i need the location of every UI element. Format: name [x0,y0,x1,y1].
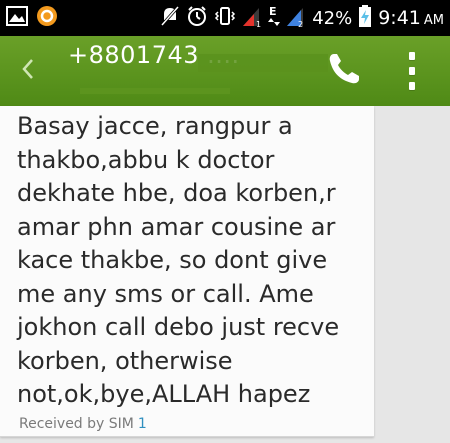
battery-charging-icon [358,4,372,32]
svg-text:E: E [269,5,277,18]
mute-icon [160,5,180,31]
status-bar-right: 1 E 2 42% 9:41 AM [160,5,444,31]
received-by-sim: Received by SIM 1 [19,416,147,432]
app-notification-icon [36,5,58,31]
signal-sim2-icon: 2 [286,4,306,32]
svg-text:2: 2 [298,20,303,28]
status-time: 9:41 AM [378,7,444,29]
call-button[interactable] [322,51,366,91]
status-bar-left [6,5,58,31]
vibrate-icon [214,5,236,31]
chevron-left-icon [21,57,35,85]
svg-text:1: 1 [256,20,261,28]
status-bar: 1 E 2 42% 9:41 AM [0,0,450,36]
overflow-menu-button[interactable] [400,52,424,90]
phone-icon [326,51,362,91]
sim-number: 1 [137,416,147,432]
signal-sim1-icon: 1 [242,4,262,32]
message-bubble[interactable]: Basay jacce, rangpur a thakbo,abbu k doc… [0,106,374,437]
data-e-icon: E [268,4,281,32]
gallery-icon [6,6,28,30]
alarm-icon [186,5,208,31]
redacted-contact-name [198,54,328,72]
redacted-subtitle [80,88,230,94]
message-text: Basay jacce, rangpur a thakbo,abbu k doc… [17,112,340,408]
conversation-header: +8801743 .... [0,36,450,106]
back-button[interactable] [14,54,42,88]
battery-percent: 42% [312,7,353,29]
overflow-menu-icon [409,52,415,60]
